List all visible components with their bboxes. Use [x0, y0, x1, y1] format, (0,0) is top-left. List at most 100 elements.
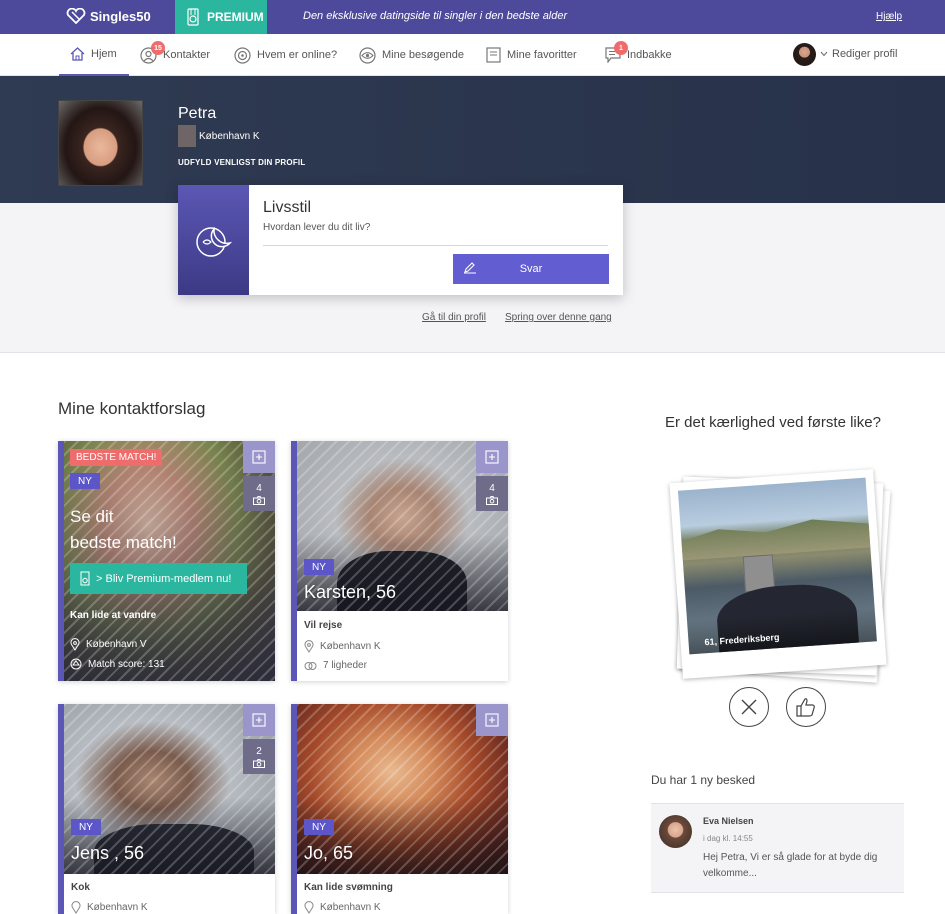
city-label: København K — [320, 641, 381, 652]
heart-logo-icon — [66, 8, 86, 24]
edit-profile-label: Rediger profil — [832, 48, 898, 60]
location-pin-icon — [70, 638, 80, 651]
nav-label-favoritter: Mine favoritter — [507, 49, 577, 61]
profile-photo[interactable] — [58, 100, 143, 186]
edit-profile-link[interactable]: Rediger profil — [820, 48, 897, 60]
match-score-row: Match score: 131 — [70, 658, 165, 670]
question-card: Livsstil Hvordan lever du dit liv? Svar — [178, 185, 623, 295]
headline-line-1: Se dit — [70, 507, 114, 526]
help-link[interactable]: Hjælp — [876, 11, 902, 22]
bookmark-icon — [486, 47, 501, 63]
nav-label-hjem: Hjem — [91, 48, 117, 60]
profile-card[interactable]: NY Jens , 56 2 Kok København K — [58, 704, 275, 914]
profile-card[interactable]: NY Jo, 65 Kan lide svømning København K — [291, 704, 508, 914]
photo-count[interactable]: 4 — [243, 476, 275, 511]
medal-icon — [187, 8, 199, 26]
nav-item-kontakter[interactable]: Kontakter — [140, 34, 210, 76]
profile-name-age: Jens , 56 — [71, 843, 145, 863]
bookmark-plus-icon — [252, 450, 266, 464]
nav-item-indbakke[interactable]: Indbakke — [605, 34, 672, 76]
bookmark-plus-icon — [252, 713, 266, 727]
nav-item-hjem[interactable]: Hjem — [59, 34, 129, 76]
message-preview[interactable]: Eva Nielsen i dag kl. 14:55 Hej Petra, V… — [651, 803, 904, 893]
interest-tag: Vil rejse — [304, 620, 343, 631]
bookmark-plus-icon — [485, 450, 499, 464]
nav-item-online[interactable]: Hvem er online? — [234, 34, 337, 76]
message-text: Hej Petra, Vi er så glade for at byde di… — [703, 852, 878, 879]
flag-placeholder — [178, 125, 196, 147]
love-photo: 61, Frederiksberg — [677, 477, 877, 655]
dislike-button[interactable] — [729, 687, 769, 727]
answer-button-label: Svar — [519, 263, 543, 275]
moon-icon — [196, 226, 233, 257]
interest-tag: Kan lide at vandre — [70, 610, 157, 621]
chevron-down-icon — [820, 51, 828, 57]
bookmark-button[interactable] — [476, 441, 508, 473]
rings-icon — [304, 661, 317, 670]
camera-icon — [253, 495, 265, 505]
become-premium-button[interactable]: > Bliv Premium-medlem nu! — [70, 563, 247, 594]
bookmark-plus-icon — [485, 713, 499, 727]
profile-name-age: Karsten, 56 — [304, 582, 397, 602]
love-photo-card[interactable]: 61, Frederiksberg — [669, 469, 887, 679]
inbox-badge: 1 — [614, 41, 628, 55]
card-body: Vil rejse København K 7 ligheder — [297, 611, 508, 681]
online-icon — [234, 46, 251, 64]
close-icon — [741, 699, 757, 715]
city-row: København V — [70, 638, 147, 651]
fill-profile-hint: UDFYLD VENLIGST DIN PROFIL — [178, 158, 306, 167]
nav-label-besogende: Mine besøgende — [382, 49, 464, 61]
interest-tag: Kan lide svømning — [304, 882, 393, 893]
nav-item-favoritter[interactable]: Mine favoritter — [486, 34, 577, 76]
score-icon — [70, 658, 82, 670]
interest-tag: Kok — [71, 882, 90, 893]
best-match-card[interactable]: BEDSTE MATCH! NY 4 Se dit bedste match! … — [58, 441, 275, 681]
photo-count[interactable]: 4 — [476, 476, 508, 511]
bookmark-button[interactable] — [476, 704, 508, 736]
eye-icon — [359, 46, 376, 64]
nav-item-besogende[interactable]: Mine besøgende — [359, 34, 464, 76]
new-badge: NY — [71, 819, 101, 835]
profile-city: København K — [199, 130, 260, 142]
home-icon — [70, 47, 85, 61]
medal-icon — [80, 571, 90, 586]
goto-profile-link[interactable]: Gå til din profil — [422, 312, 486, 323]
headline-line-2: bedste match! — [70, 533, 177, 552]
bookmark-button[interactable] — [243, 704, 275, 736]
camera-icon — [253, 758, 265, 768]
new-messages-title: Du har 1 ny besked — [651, 773, 756, 787]
nav-label-indbakke: Indbakke — [627, 49, 672, 61]
match-score: Match score: 131 — [88, 658, 165, 670]
message-time: i dag kl. 14:55 — [703, 834, 753, 843]
become-premium-label: > Bliv Premium-medlem nu! — [96, 572, 232, 585]
photo-count-value: 4 — [489, 482, 495, 494]
contacts-badge: 15 — [151, 41, 165, 55]
sender-name: Eva Nielsen — [703, 816, 754, 826]
camera-icon — [486, 495, 498, 505]
best-match-badge: BEDSTE MATCH! — [70, 449, 163, 466]
logo[interactable]: Singles50 — [66, 8, 151, 24]
new-badge: NY — [304, 819, 334, 835]
photo-count[interactable]: 2 — [243, 739, 275, 774]
love-title: Er det kærlighed ved første like? — [665, 414, 881, 431]
bookmark-button[interactable] — [243, 441, 275, 473]
profile-city-row: København K — [178, 125, 260, 147]
best-match-headline: Se dit bedste match! — [70, 504, 177, 556]
like-button[interactable] — [786, 687, 826, 727]
skip-link[interactable]: Spring over denne gang — [505, 312, 612, 323]
brand-name: Singles50 — [90, 8, 151, 24]
card-body: Kan lide svømning København K — [297, 874, 508, 914]
photo-count-value: 2 — [256, 745, 262, 757]
question-icon-panel — [178, 185, 249, 295]
answer-line[interactable] — [263, 245, 608, 246]
user-avatar[interactable] — [793, 43, 816, 66]
similarities-row: 7 ligheder — [304, 660, 367, 671]
profile-card[interactable]: NY Karsten, 56 4 Vil rejse København K 7… — [291, 441, 508, 681]
pen-icon — [464, 262, 476, 274]
slogan: Den eksklusive datingside til singler i … — [303, 10, 568, 22]
similarities-label: 7 ligheder — [323, 660, 367, 671]
question-title: Livsstil — [263, 199, 312, 216]
answer-button[interactable]: Svar — [453, 254, 609, 284]
premium-button[interactable]: PREMIUM — [175, 0, 267, 34]
profile-name-age: Jo, 65 — [304, 843, 354, 863]
